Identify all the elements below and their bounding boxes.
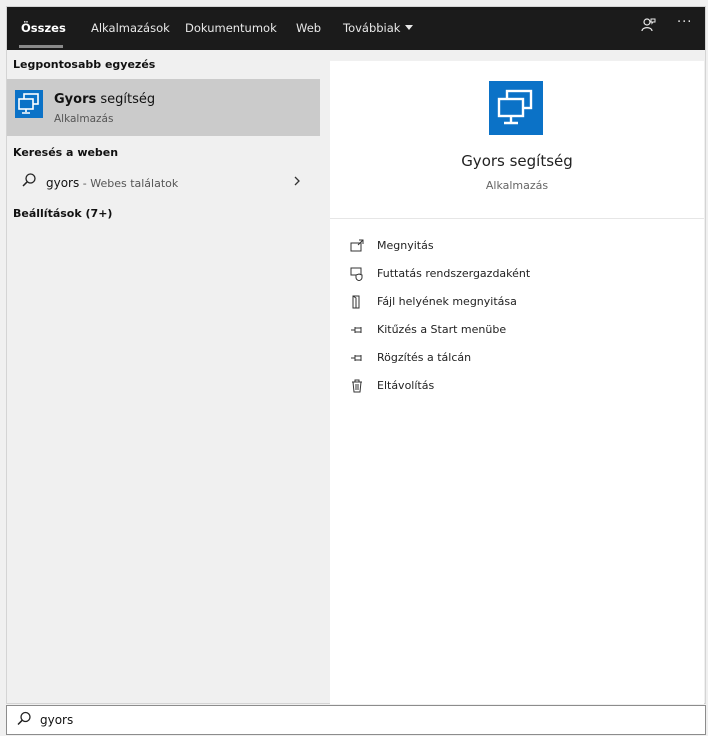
- remote-desktop-monitor-icon: [489, 81, 543, 135]
- web-search-result[interactable]: gyors - Webes találatok: [7, 169, 320, 197]
- more-options-icon[interactable]: ···: [677, 15, 692, 30]
- action-pin-to-taskbar[interactable]: Rögzítés a tálcán: [350, 348, 690, 370]
- active-tab-indicator: [19, 45, 63, 48]
- preview-subtitle: Alkalmazás: [485, 179, 549, 192]
- file-location-icon: [350, 294, 364, 309]
- feedback-icon[interactable]: [641, 17, 656, 36]
- action-run-as-admin[interactable]: Futtatás rendszergazdaként: [350, 264, 690, 286]
- search-scope-bar: Összes Alkalmazások Dokumentumok Web Tov…: [7, 7, 705, 50]
- action-pin-to-start[interactable]: Kitűzés a Start menübe: [350, 320, 690, 342]
- preview-title: Gyors segítség: [461, 152, 573, 170]
- web-search-header: Keresés a weben: [13, 146, 119, 159]
- action-open[interactable]: Megnyitás: [350, 236, 690, 258]
- search-icon: [16, 710, 32, 732]
- best-match-name-rest: segítség: [96, 92, 156, 107]
- pin-icon: [350, 350, 364, 364]
- run-as-admin-icon: [350, 266, 364, 282]
- chevron-right-icon: [292, 173, 302, 193]
- search-icon: [21, 172, 37, 192]
- settings-header[interactable]: Beállítások (7+): [13, 207, 112, 220]
- action-open-label: Megnyitás: [377, 239, 434, 252]
- search-box[interactable]: [6, 705, 706, 735]
- web-search-query: gyors - Webes találatok: [46, 176, 178, 190]
- action-pin-to-start-label: Kitűzés a Start menübe: [377, 323, 507, 336]
- action-uninstall-label: Eltávolítás: [377, 379, 435, 392]
- tab-more-label: Továbbiak: [343, 21, 401, 35]
- tab-web[interactable]: Web: [296, 21, 321, 35]
- action-uninstall[interactable]: Eltávolítás: [350, 376, 690, 398]
- best-match-header: Legpontosabb egyezés: [13, 58, 156, 71]
- preview-pane: Gyors segítség Alkalmazás Megnyitás Futt…: [330, 61, 704, 704]
- action-open-file-location-label: Fájl helyének megnyitása: [377, 295, 517, 308]
- action-run-as-admin-label: Futtatás rendszergazdaként: [377, 267, 531, 280]
- best-match-result[interactable]: Gyors segítség Alkalmazás: [7, 79, 320, 136]
- action-pin-to-taskbar-label: Rögzítés a tálcán: [377, 351, 472, 364]
- tab-all[interactable]: Összes: [21, 21, 66, 35]
- action-open-file-location[interactable]: Fájl helyének megnyitása: [350, 292, 690, 314]
- results-list: Legpontosabb egyezés Gyors segítség Alka…: [7, 50, 320, 703]
- trash-icon: [350, 378, 364, 393]
- web-results-hint: - Webes találatok: [79, 177, 179, 190]
- tab-apps[interactable]: Alkalmazások: [91, 21, 170, 35]
- web-query-text: gyors: [46, 176, 80, 190]
- chevron-down-icon: [405, 25, 414, 30]
- tab-more[interactable]: Továbbiak: [343, 21, 414, 35]
- divider: [330, 218, 704, 219]
- tab-documents[interactable]: Dokumentumok: [185, 21, 277, 35]
- pin-icon: [350, 322, 364, 336]
- search-input[interactable]: [40, 711, 640, 729]
- best-match-name-bold: Gyors: [54, 92, 97, 107]
- remote-desktop-monitor-icon: [15, 90, 43, 118]
- best-match-name: Gyors segítség: [54, 92, 155, 107]
- best-match-type: Alkalmazás: [54, 113, 114, 125]
- open-icon: [350, 238, 364, 252]
